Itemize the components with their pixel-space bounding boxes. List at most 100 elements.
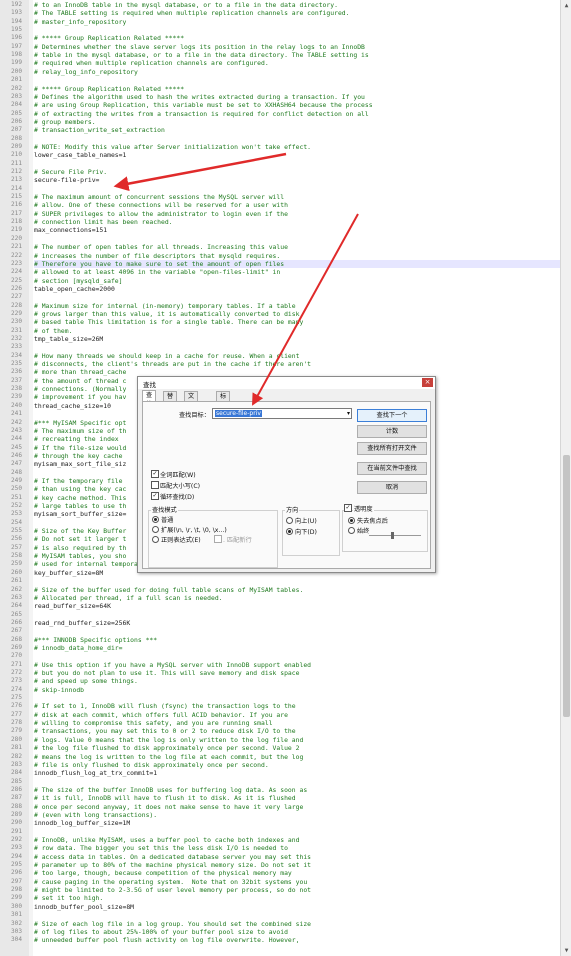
code-line[interactable]: # connection limit has been reached. [34,218,560,226]
code-line[interactable] [34,911,560,919]
mode-normal-radio[interactable] [152,516,159,523]
code-line[interactable]: # disk at each commit, which offers full… [34,711,560,719]
cancel-button[interactable]: 取消 [357,481,427,494]
code-line[interactable]: # of them. [34,327,560,335]
code-line[interactable]: # access data in tables. On a dedicated … [34,853,560,861]
code-line[interactable]: # Allocated per thread, if a full scan i… [34,594,560,602]
code-line[interactable]: # Therefore you have to make sure to set… [34,259,560,269]
code-line[interactable]: max_connections=151 [34,226,560,234]
code-line[interactable]: innodb_log_buffer_size=1M [34,819,560,827]
code-line[interactable] [34,343,560,351]
code-line[interactable]: # The TABLE setting is required when mul… [34,9,560,17]
code-line[interactable] [34,652,560,660]
dot-newline-checkbox[interactable] [214,535,222,543]
mode-extended-radio[interactable] [152,526,159,533]
code-line[interactable] [34,694,560,702]
code-line[interactable]: # allow. One of these connections will b… [34,201,560,209]
code-line[interactable]: table_open_cache=2000 [34,285,560,293]
code-line[interactable]: innodb_flush_log_at_trx_commit=1 [34,769,560,777]
code-line[interactable]: tmp_table_size=26M [34,335,560,343]
code-line[interactable]: # once per second anyway, it does not ma… [34,803,560,811]
dialog-titlebar[interactable]: 查找 × [138,377,435,389]
search-input[interactable]: secure-file-priv ▾ [212,408,352,419]
scroll-up-icon[interactable]: ▲ [562,1,571,10]
scroll-down-icon[interactable]: ▼ [562,946,571,955]
code-line[interactable]: # grows larger than this value, it is au… [34,310,560,318]
find-all-open-files-button[interactable]: 查找所有打开文件 [357,442,427,455]
tab-mark[interactable]: 标记 [216,391,231,409]
code-line[interactable]: # ***** Group Replication Related ***** [34,85,560,93]
code-line[interactable] [34,235,560,243]
code-line[interactable] [34,627,560,635]
code-line[interactable]: # (even with long transactions). [34,811,560,819]
transparency-slider[interactable] [369,532,421,539]
scrollbar-thumb[interactable] [563,455,570,717]
code-line[interactable]: # cause paging in the operating system. … [34,878,560,886]
code-line[interactable]: # but you do not plan to use it. This wi… [34,669,560,677]
code-line[interactable]: # relay_log_info_repository [34,68,560,76]
code-line[interactable]: # transaction_write_set_extraction [34,126,560,134]
vertical-scrollbar[interactable]: ▲ ▼ [560,0,571,956]
code-line[interactable] [34,185,560,193]
find-next-button[interactable]: 查找下一个 [357,409,427,422]
code-line[interactable]: # transactions, you may set this to 0 or… [34,727,560,735]
direction-up-radio[interactable] [286,517,293,524]
code-line[interactable]: # The size of the buffer InnoDB uses for… [34,786,560,794]
always-radio[interactable] [348,527,355,534]
code-line[interactable] [34,26,560,34]
code-line[interactable]: # set it too high. [34,894,560,902]
code-line[interactable]: # might be limited to 2-3.5G of user lev… [34,886,560,894]
code-line[interactable]: # Secure File Priv. [34,168,560,176]
code-line[interactable]: # logs. Value 0 means that the log is on… [34,736,560,744]
code-line[interactable]: # are using Group Replication, this vari… [34,101,560,109]
code-line[interactable]: # group members. [34,118,560,126]
code-line[interactable]: # and speed up some things. [34,677,560,685]
code-line[interactable]: # The maximum amount of concurrent sessi… [34,193,560,201]
code-line[interactable]: # willing to compromise this safety, and… [34,719,560,727]
code-line[interactable]: # parameter up to 80% of the machine phy… [34,861,560,869]
code-line[interactable]: # InnoDB, unlike MyISAM, uses a buffer p… [34,836,560,844]
code-line[interactable]: # means the log is written to the log fi… [34,753,560,761]
code-line[interactable]: # How many threads we should keep in a c… [34,352,560,360]
code-line[interactable]: # master_info_repository [34,18,560,26]
wrap-around-checkbox[interactable]: ✓ [151,492,159,500]
slider-knob[interactable] [391,532,395,539]
code-line[interactable]: # SUPER privileges to allow the administ… [34,210,560,218]
on-lose-focus-radio[interactable] [348,517,355,524]
code-line[interactable] [34,135,560,143]
code-line[interactable]: #*** INNODB Specific options *** [34,636,560,644]
code-line[interactable]: # required when multiple replication cha… [34,59,560,67]
count-button[interactable]: 计数 [357,425,427,438]
code-line[interactable] [34,778,560,786]
code-line[interactable] [34,293,560,301]
code-line[interactable]: # Size of the buffer used for doing full… [34,586,560,594]
chevron-down-icon[interactable]: ▾ [347,409,350,418]
code-line[interactable]: # disconnects, the client's threads are … [34,360,560,368]
code-line[interactable] [34,828,560,836]
code-line[interactable]: secure-file-priv= [34,176,560,184]
code-line[interactable]: # section [mysqld_safe] [34,277,560,285]
code-line[interactable]: # If set to 1, InnoDB will flush (fsync)… [34,702,560,710]
code-line[interactable]: # skip-innodb [34,686,560,694]
code-line[interactable]: # Use this option if you have a MySQL se… [34,661,560,669]
code-line[interactable] [34,160,560,168]
code-line[interactable]: read_rnd_buffer_size=256K [34,619,560,627]
code-line[interactable]: # unneeded buffer pool flush activity on… [34,936,560,944]
code-line[interactable]: read_buffer_size=64K [34,602,560,610]
direction-down-radio[interactable] [286,528,293,535]
close-icon[interactable]: × [422,378,433,387]
code-line[interactable]: # NOTE: Modify this value after Server i… [34,143,560,151]
code-line[interactable]: # Size of each log file in a log group. … [34,920,560,928]
code-line[interactable]: # of log files to about 25%-100% of your… [34,928,560,936]
code-line[interactable]: # file is only flushed to disk approxima… [34,761,560,769]
tab-find-in-files[interactable]: 文件查找 [184,391,199,427]
transparency-checkbox[interactable]: ✓ [344,504,352,512]
code-line[interactable]: # row data. The bigger you set this the … [34,844,560,852]
find-all-current-file-button[interactable]: 在当前文件中查找 [357,462,427,475]
code-line[interactable]: # innodb_data_home_dir= [34,644,560,652]
code-line[interactable]: # to an InnoDB table in the mysql databa… [34,1,560,9]
code-line[interactable]: # allowed to at least 4096 in the variab… [34,268,560,276]
whole-word-checkbox[interactable]: ✓ [151,470,159,478]
code-line[interactable]: # of extracting the writes from a transa… [34,110,560,118]
code-line[interactable]: # Maximum size for internal (in-memory) … [34,302,560,310]
